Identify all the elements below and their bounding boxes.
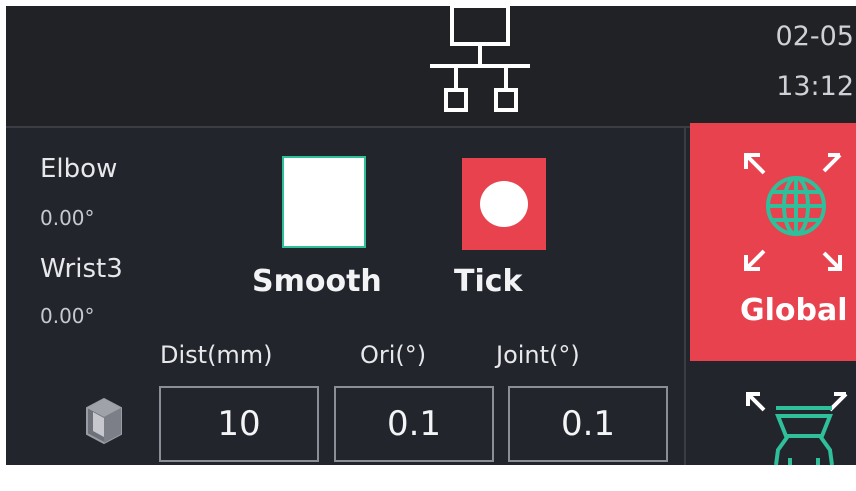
joint-value-elbow: 0.00° [40,206,95,230]
joint-field-label: Joint(°) [496,341,580,369]
date-display: 02-05 [775,21,854,52]
cube-icon[interactable] [84,396,124,446]
tool-coordinate-button[interactable] [690,380,856,466]
joint-step-input[interactable]: 0.1 [508,386,668,462]
global-coordinate-button[interactable]: Global [690,123,856,361]
globe-icon [766,176,826,236]
smooth-mode-label: Smooth [252,264,382,299]
global-coordinate-label: Global [740,293,848,328]
network-icon[interactable] [424,6,536,116]
ori-step-input[interactable]: 0.1 [334,386,494,462]
ori-field-label: Ori(°) [360,341,427,369]
tick-indicator-icon [480,181,528,227]
joint-value-wrist3: 0.00° [40,304,95,328]
robot-tool-icon [746,392,848,466]
time-display: 13:12 [776,71,854,102]
dist-step-input[interactable]: 10 [159,386,319,462]
tick-mode-label: Tick [454,264,523,299]
status-bar: 02-05 13:12 [6,6,856,128]
joint-name-elbow: Elbow [40,154,118,184]
joint-name-wrist3: Wrist3 [40,254,123,284]
smooth-mode-button[interactable] [282,156,366,248]
dist-field-label: Dist(mm) [160,341,273,369]
panel-divider [684,128,686,465]
tick-mode-button[interactable] [462,158,546,250]
